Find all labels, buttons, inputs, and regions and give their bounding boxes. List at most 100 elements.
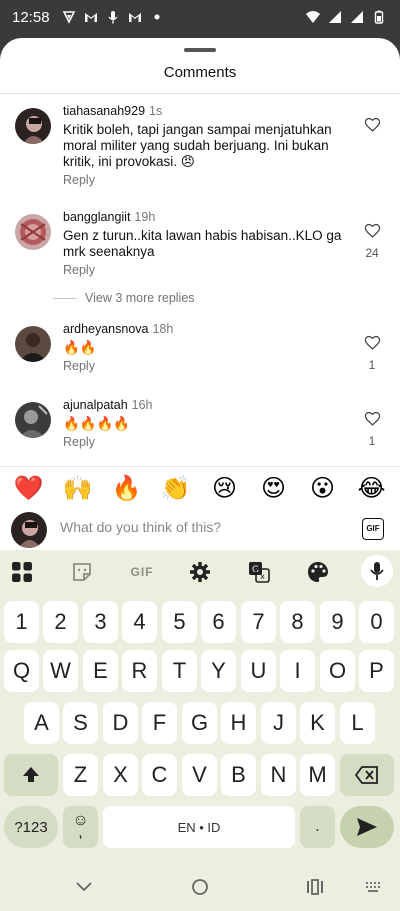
emoji-heart[interactable]: ❤️: [11, 475, 47, 503]
theme-button[interactable]: [306, 560, 330, 584]
settings-button[interactable]: [188, 560, 212, 584]
key-i[interactable]: I: [280, 650, 315, 692]
key-b[interactable]: B: [221, 754, 256, 796]
key-e[interactable]: E: [83, 650, 118, 692]
key-5[interactable]: 5: [162, 601, 197, 643]
backspace-key[interactable]: [340, 754, 394, 796]
key-s[interactable]: S: [63, 702, 98, 744]
battery-icon: [374, 10, 384, 24]
key-t[interactable]: T: [162, 650, 197, 692]
gif-label: GIF: [130, 565, 154, 579]
emoji-heart-eyes[interactable]: 😍: [256, 475, 292, 503]
sticker-button[interactable]: [70, 560, 94, 584]
like-count: 1: [368, 434, 376, 448]
key-x[interactable]: X: [103, 754, 138, 796]
status-right-icons: [306, 10, 386, 24]
key-d[interactable]: D: [103, 702, 138, 744]
recents-button[interactable]: [305, 877, 325, 897]
reply-button[interactable]: Reply: [63, 359, 353, 373]
symbols-key[interactable]: ?123: [4, 806, 58, 848]
space-key[interactable]: EN • ID: [103, 806, 295, 848]
avatar[interactable]: [15, 326, 51, 362]
avatar[interactable]: [15, 402, 51, 438]
key-f[interactable]: F: [142, 702, 177, 744]
like-button[interactable]: 1: [362, 334, 382, 372]
home-circle-icon: [192, 879, 208, 895]
replies-line: [53, 297, 77, 299]
key-2[interactable]: 2: [43, 601, 78, 643]
emoji-fire[interactable]: 🔥: [109, 475, 145, 503]
key-4[interactable]: 4: [122, 601, 157, 643]
comment-username[interactable]: ardheyansnova: [63, 322, 148, 336]
comma-key-label: ,: [78, 824, 83, 841]
key-w[interactable]: W: [43, 650, 78, 692]
emoji-crying[interactable]: 😢: [207, 475, 243, 503]
home-button[interactable]: [190, 877, 210, 897]
key-p[interactable]: P: [359, 650, 394, 692]
key-1[interactable]: 1: [4, 601, 39, 643]
key-z[interactable]: Z: [63, 754, 98, 796]
emoji-key[interactable]: ☺ ,: [63, 806, 98, 848]
key-9[interactable]: 9: [320, 601, 355, 643]
heart-icon: [364, 411, 380, 426]
key-y[interactable]: Y: [201, 650, 236, 692]
keyboard-switch-button[interactable]: [363, 877, 383, 897]
period-key[interactable]: .: [300, 806, 335, 848]
key-3[interactable]: 3: [83, 601, 118, 643]
emoji-raised-hands[interactable]: 🙌: [60, 475, 96, 503]
key-8[interactable]: 8: [280, 601, 315, 643]
signal-icon: [351, 11, 363, 23]
key-o[interactable]: O: [320, 650, 355, 692]
drag-handle[interactable]: [184, 48, 216, 52]
status-bar: 12:58: [0, 0, 400, 38]
status-time: 12:58: [12, 9, 50, 26]
gif-button[interactable]: GIF: [362, 518, 384, 540]
shift-key[interactable]: [4, 754, 58, 796]
gif-keyboard-button[interactable]: GIF: [128, 560, 156, 584]
reply-button[interactable]: Reply: [63, 263, 353, 277]
key-q[interactable]: Q: [4, 650, 39, 692]
key-l[interactable]: L: [340, 702, 375, 744]
emoji-surprised[interactable]: 😮: [305, 475, 341, 503]
comment-header: ajunalpatah 16h: [63, 398, 353, 412]
key-a[interactable]: A: [24, 702, 59, 744]
key-g[interactable]: G: [182, 702, 217, 744]
key-k[interactable]: K: [300, 702, 335, 744]
emoji-laughing[interactable]: 😂: [354, 475, 390, 503]
reply-button[interactable]: Reply: [63, 173, 353, 187]
key-r[interactable]: R: [122, 650, 157, 692]
translate-button[interactable]: Gx: [247, 560, 271, 584]
like-button[interactable]: [362, 116, 382, 140]
like-button[interactable]: 1: [362, 410, 382, 448]
comment-input[interactable]: What do you think of this?: [60, 519, 221, 535]
key-m[interactable]: M: [300, 754, 335, 796]
sheet-title: Comments: [163, 64, 237, 81]
comment-username[interactable]: bangglangiit: [63, 210, 130, 224]
emoji-clap[interactable]: 👏: [158, 475, 194, 503]
key-7[interactable]: 7: [241, 601, 276, 643]
key-6[interactable]: 6: [201, 601, 236, 643]
avatar[interactable]: [15, 214, 51, 250]
like-button[interactable]: 24: [362, 222, 382, 260]
voice-input-button[interactable]: [361, 555, 393, 587]
enter-key[interactable]: [340, 806, 394, 848]
avatar[interactable]: [15, 108, 51, 144]
key-j[interactable]: J: [261, 702, 296, 744]
apps-button[interactable]: [10, 560, 34, 584]
key-v[interactable]: V: [182, 754, 217, 796]
key-u[interactable]: U: [241, 650, 276, 692]
key-h[interactable]: H: [221, 702, 256, 744]
key-c[interactable]: C: [142, 754, 177, 796]
shift-icon: [23, 767, 39, 782]
back-button[interactable]: [74, 877, 94, 897]
comment-username[interactable]: tiahasanah929: [63, 104, 145, 118]
key-n[interactable]: N: [261, 754, 296, 796]
translate-icon: Gx: [249, 562, 270, 583]
user-avatar: [11, 512, 47, 548]
view-more-replies[interactable]: View 3 more replies: [53, 291, 195, 305]
wifi-icon: [306, 11, 320, 23]
reply-button[interactable]: Reply: [63, 435, 353, 449]
comment-username[interactable]: ajunalpatah: [63, 398, 128, 412]
comment-header: ardheyansnova 18h: [63, 322, 353, 336]
key-0[interactable]: 0: [359, 601, 394, 643]
